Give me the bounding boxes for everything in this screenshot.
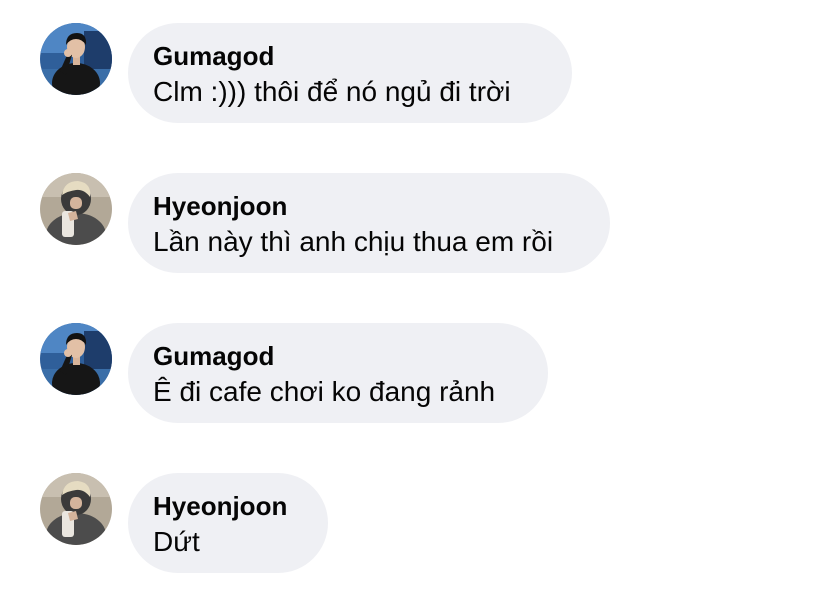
- profile-photo-icon: [40, 23, 112, 95]
- avatar[interactable]: [40, 173, 112, 245]
- comment-bubble: Gumagod Clm :))) thôi để nó ngủ đi trời: [128, 23, 572, 123]
- comment-author[interactable]: Gumagod: [153, 40, 546, 72]
- profile-photo-icon: [40, 473, 112, 545]
- profile-photo-icon: [40, 323, 112, 395]
- comment-text: Dứt: [153, 526, 200, 557]
- avatar[interactable]: [40, 473, 112, 545]
- comment-bubble: Hyeonjoon Dứt: [128, 473, 328, 573]
- comment-bubble: Hyeonjoon Lần này thì anh chịu thua em r…: [128, 173, 610, 273]
- comment-bubble: Gumagod Ê đi cafe chơi ko đang rảnh: [128, 323, 548, 423]
- comment-thread: Gumagod Clm :))) thôi để nó ngủ đi trời …: [0, 0, 828, 592]
- profile-photo-icon: [40, 173, 112, 245]
- avatar[interactable]: [40, 323, 112, 395]
- comment-author[interactable]: Gumagod: [153, 340, 522, 372]
- comment-text: Clm :))) thôi để nó ngủ đi trời: [153, 76, 511, 107]
- comment-text: Ê đi cafe chơi ko đang rảnh: [153, 376, 496, 407]
- comment-author[interactable]: Hyeonjoon: [153, 190, 584, 222]
- comment-text: Lần này thì anh chịu thua em rồi: [153, 226, 554, 257]
- comment-author[interactable]: Hyeonjoon: [153, 490, 302, 522]
- avatar[interactable]: [40, 23, 112, 95]
